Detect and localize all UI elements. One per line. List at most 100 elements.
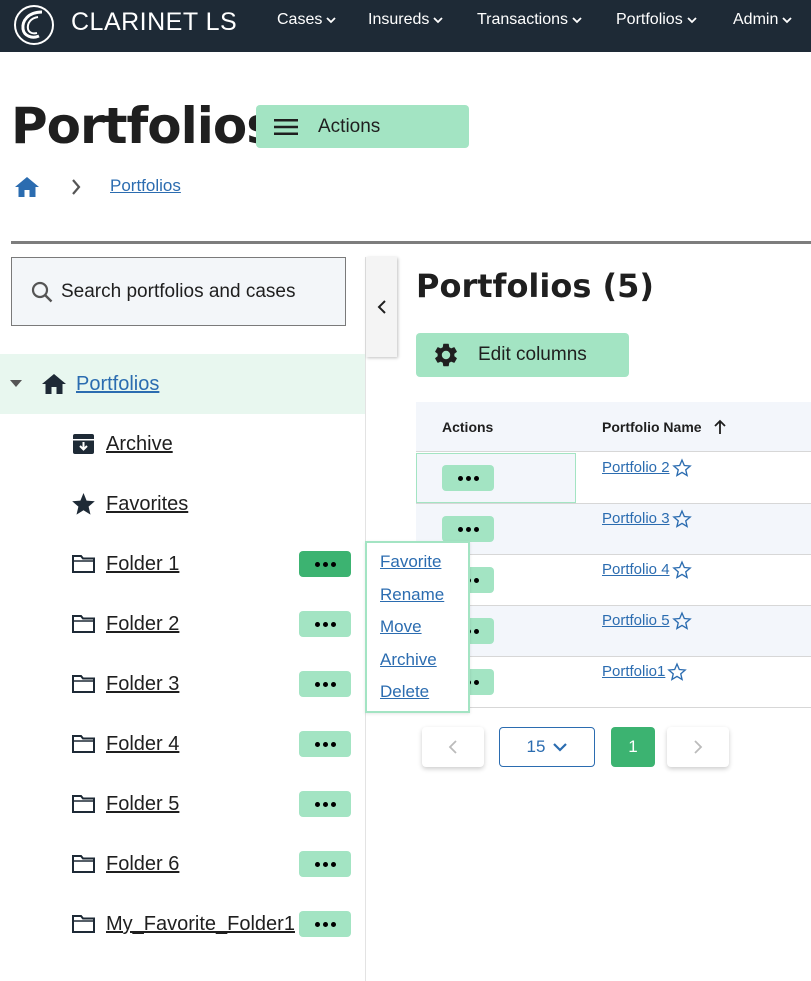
tree-item-folder-6[interactable]: Folder 6	[0, 834, 365, 894]
folder-menu-button[interactable]	[299, 551, 351, 577]
search-input[interactable]	[61, 280, 331, 303]
hamburger-icon	[274, 118, 298, 135]
star-outline-icon[interactable]	[671, 458, 692, 478]
menu-item-archive[interactable]: Archive	[380, 650, 437, 670]
more-icon	[457, 475, 479, 481]
star-outline-icon[interactable]	[671, 611, 692, 631]
star-outline-icon[interactable]	[671, 560, 692, 580]
tree-root-portfolios[interactable]: Portfolios	[0, 354, 365, 414]
page-size-select[interactable]: 15	[499, 727, 595, 767]
pagination-prev-button[interactable]	[422, 727, 484, 767]
portfolios-heading: Portfolios (5)	[416, 267, 655, 305]
folder-icon	[72, 855, 95, 873]
portfolio-name-link[interactable]: Portfolio 2	[602, 458, 692, 478]
archive-icon	[73, 434, 94, 454]
tree-item-label[interactable]: Folder 5	[106, 792, 179, 816]
chevron-down-icon	[572, 17, 582, 24]
caret-down-icon[interactable]	[10, 380, 22, 388]
gear-icon	[435, 343, 457, 367]
tree-item-label[interactable]: Folder 1	[106, 552, 179, 576]
portfolio-name[interactable]: Portfolio1	[602, 662, 665, 682]
menu-item-move[interactable]: Move	[380, 617, 422, 637]
tree-item-label[interactable]: Archive	[106, 432, 173, 456]
column-header-label: Portfolio Name	[602, 419, 702, 435]
more-icon	[314, 921, 336, 927]
home-icon	[42, 374, 66, 394]
nav-admin-label: Admin	[733, 11, 779, 28]
tree-item-folder-2[interactable]: Folder 2	[0, 594, 365, 654]
nav-admin[interactable]: Admin	[733, 10, 792, 30]
tree-item-my-favorite-folder1[interactable]: My_Favorite_Folder1	[0, 894, 365, 954]
page-size-value: 15	[526, 737, 546, 756]
collapse-sidebar-button[interactable]	[366, 257, 397, 357]
nav-portfolios[interactable]: Portfolios	[616, 10, 697, 30]
more-icon	[314, 861, 336, 867]
table-row: Portfolio 5	[416, 606, 811, 657]
tree-item-label[interactable]: Folder 3	[106, 672, 179, 696]
star-outline-icon[interactable]	[671, 509, 692, 529]
tree-item-label[interactable]: Favorites	[106, 492, 188, 516]
folder-icon	[72, 615, 95, 633]
folder-menu-button[interactable]	[299, 791, 351, 817]
sort-ascending-icon[interactable]	[712, 418, 728, 436]
row-actions-button[interactable]	[442, 516, 494, 542]
more-icon	[314, 801, 336, 807]
pagination-page-1[interactable]: 1	[611, 727, 655, 767]
table-header: Actions Portfolio Name	[416, 402, 811, 452]
table-row: Portfolio 4	[416, 555, 811, 606]
chevron-right-icon	[72, 179, 81, 195]
menu-item-rename[interactable]: Rename	[380, 585, 444, 605]
table-row: Portfolio 2	[416, 453, 811, 504]
folder-menu-button[interactable]	[299, 731, 351, 757]
nav-transactions[interactable]: Transactions	[477, 10, 582, 30]
breadcrumb-portfolios-link[interactable]: Portfolios	[110, 176, 181, 196]
tree-item-favorites[interactable]: Favorites	[0, 474, 365, 534]
star-outline-icon[interactable]	[667, 662, 688, 682]
tree-item-folder-4[interactable]: Folder 4	[0, 714, 365, 774]
search-box[interactable]	[11, 257, 346, 326]
folder-menu-button[interactable]	[299, 911, 351, 937]
column-header-portfolio-name[interactable]: Portfolio Name	[602, 418, 728, 436]
actions-button-label: Actions	[318, 115, 381, 137]
tree-item-label[interactable]: My_Favorite_Folder1	[106, 912, 295, 936]
portfolio-name[interactable]: Portfolio 4	[602, 560, 670, 580]
tree-item-folder-3[interactable]: Folder 3	[0, 654, 365, 714]
menu-item-favorite[interactable]: Favorite	[380, 552, 441, 572]
edit-columns-button[interactable]: Edit columns	[416, 333, 629, 377]
tree-item-folder-5[interactable]: Folder 5	[0, 774, 365, 834]
tree-item-archive[interactable]: Archive	[0, 414, 365, 474]
nav-transactions-label: Transactions	[477, 11, 568, 28]
portfolio-name-link[interactable]: Portfolio 4	[602, 560, 692, 580]
tree-item-label[interactable]: Folder 2	[106, 612, 179, 636]
folder-icon	[72, 735, 95, 753]
pagination-next-button[interactable]	[667, 727, 729, 767]
home-icon[interactable]	[14, 175, 40, 199]
tree-item-folder-1[interactable]: Folder 1	[0, 534, 365, 594]
folder-icon	[72, 795, 95, 813]
nav-portfolios-label: Portfolios	[616, 11, 683, 28]
chevron-down-icon	[433, 17, 444, 24]
brand-name[interactable]: CLARINET LS	[71, 8, 237, 36]
folder-menu-button[interactable]	[299, 611, 351, 637]
portfolio-name-link[interactable]: Portfolio1	[602, 662, 688, 682]
folder-menu-button[interactable]	[299, 671, 351, 697]
portfolio-name-link[interactable]: Portfolio 5	[602, 611, 692, 631]
chevron-left-icon	[448, 740, 457, 754]
tree-item-label[interactable]: Folder 6	[106, 852, 179, 876]
nav-cases[interactable]: Cases	[277, 10, 336, 30]
clarinet-logo-icon[interactable]	[12, 3, 56, 47]
folder-icon	[72, 555, 95, 573]
nav-insureds[interactable]: Insureds	[368, 10, 444, 30]
tree-root-label[interactable]: Portfolios	[76, 372, 159, 396]
portfolio-name[interactable]: Portfolio 3	[602, 509, 670, 529]
portfolio-name[interactable]: Portfolio 5	[602, 611, 670, 631]
more-icon	[457, 526, 479, 532]
portfolio-name[interactable]: Portfolio 2	[602, 458, 670, 478]
folder-menu-button[interactable]	[299, 851, 351, 877]
portfolio-name-link[interactable]: Portfolio 3	[602, 509, 692, 529]
menu-item-delete[interactable]: Delete	[380, 682, 429, 702]
tree-item-label[interactable]: Folder 4	[106, 732, 179, 756]
actions-button[interactable]: Actions	[256, 105, 469, 148]
row-actions-button[interactable]	[442, 465, 494, 491]
top-nav: CLARINET LS Cases Insureds Transactions …	[0, 0, 811, 52]
